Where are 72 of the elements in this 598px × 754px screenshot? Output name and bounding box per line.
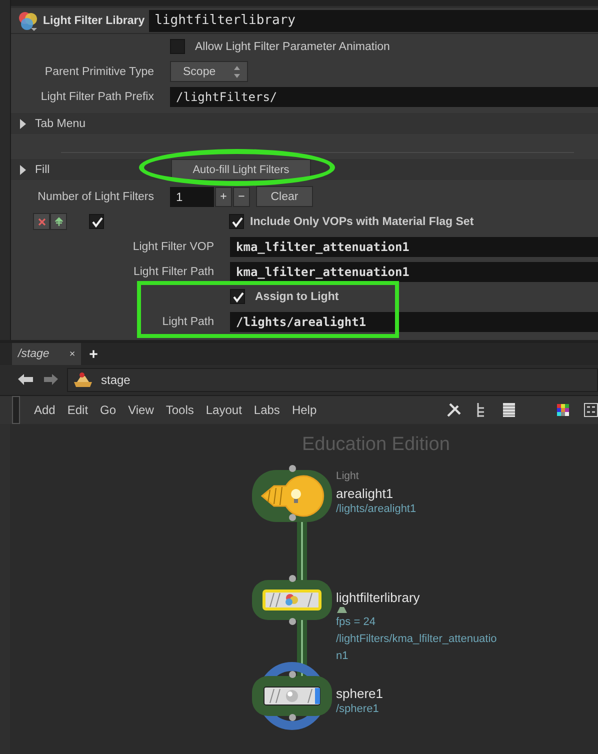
- node-name[interactable]: arealight1: [336, 486, 394, 501]
- node-info-text: n1: [336, 649, 348, 664]
- shapes-icon[interactable]: [584, 403, 598, 417]
- type-dropdown[interactable]: Scope: [170, 61, 248, 82]
- forward-arrow-icon[interactable]: [43, 373, 59, 387]
- close-tab-button[interactable]: ×: [69, 348, 76, 360]
- parameter-label: Light Filter VOP: [132, 240, 215, 252]
- pane-handle[interactable]: [12, 396, 20, 424]
- enable-checkbox[interactable]: [89, 214, 104, 229]
- stage-icon: [73, 372, 93, 388]
- hat-icon: [336, 605, 348, 614]
- count-field[interactable]: 1: [170, 186, 214, 206]
- output-connector[interactable]: [289, 618, 296, 625]
- light-bulb-node[interactable]: [252, 470, 332, 522]
- parameter-label: Parent Primitive Type: [44, 66, 155, 78]
- menu-item[interactable]: Help: [292, 403, 317, 417]
- menu-item[interactable]: Layout: [206, 403, 242, 417]
- back-arrow-icon[interactable]: [17, 373, 35, 387]
- filter-node[interactable]: [252, 580, 332, 620]
- up-down-arrows-icon: [233, 64, 241, 78]
- clear-button[interactable]: Clear: [256, 186, 313, 207]
- pane-tab[interactable]: /stage ×: [12, 343, 82, 365]
- insert-arrow-icon: [54, 216, 62, 226]
- light-path-field[interactable]: /lights/arealight1: [230, 312, 598, 332]
- input-connector[interactable]: [289, 465, 296, 472]
- node-info-text: fps = 24: [336, 615, 376, 630]
- checkbox[interactable]: [170, 39, 185, 54]
- checkbox[interactable]: [230, 289, 245, 304]
- checkbox-label: Include Only VOPs with Material Flag Set: [249, 216, 474, 228]
- expand-arrow-icon[interactable]: [19, 164, 27, 174]
- menu-item[interactable]: Tools: [166, 403, 194, 417]
- menu-item[interactable]: Edit: [67, 403, 88, 417]
- remove-button[interactable]: −: [233, 186, 250, 206]
- checkbox-label: Assign to Light: [254, 290, 339, 302]
- node-name[interactable]: lightfilterlibrary: [336, 590, 420, 605]
- output-connector[interactable]: [289, 714, 296, 721]
- node-info-text: /lights/arealight1: [336, 502, 416, 517]
- node-type-label: Light Filter Library: [43, 14, 145, 26]
- insert-instance-button[interactable]: [50, 213, 67, 230]
- input-connector[interactable]: [289, 575, 296, 582]
- parameter-label: Light Filter Path Prefix: [40, 90, 155, 102]
- path-field[interactable]: stage: [67, 368, 598, 392]
- menu-item[interactable]: Go: [100, 403, 116, 417]
- node-name[interactable]: sphere1: [336, 686, 383, 701]
- folder-label: Fill: [35, 164, 51, 176]
- node-name-field[interactable]: lightfilterlibrary: [148, 10, 598, 32]
- close-icon: [38, 218, 46, 226]
- color-palette-icon[interactable]: [556, 403, 570, 417]
- tools-icon[interactable]: [446, 402, 462, 418]
- checkbox-label: Allow Light Filter Parameter Animation: [194, 40, 390, 52]
- auto-fill-button[interactable]: Auto-fill Light Filters: [171, 159, 311, 180]
- node-type-label: Light: [336, 470, 359, 482]
- node-type-icon[interactable]: [17, 10, 39, 32]
- filter-path-field[interactable]: kma_lfilter_attenuation1: [230, 262, 598, 282]
- path-prefix-field[interactable]: /lightFilters/: [170, 86, 598, 106]
- parameter-label: Number of Light Filters: [36, 190, 155, 202]
- add-tab-button[interactable]: +: [89, 346, 98, 362]
- vop-field[interactable]: kma_lfilter_attenuation1: [230, 236, 598, 256]
- input-connector[interactable]: [289, 671, 296, 678]
- parameter-label: Light Path: [161, 316, 215, 328]
- folder-header[interactable]: Tab Menu: [11, 113, 598, 134]
- node-info-text: /sphere1: [336, 702, 379, 717]
- menu-item[interactable]: View: [128, 403, 154, 417]
- expand-arrow-icon[interactable]: [19, 118, 27, 128]
- node-info-text: /lightFilters/kma_lfilter_attenuatio: [336, 632, 497, 647]
- checkbox[interactable]: [229, 214, 244, 229]
- parameter-label: Light Filter Path: [132, 266, 215, 278]
- remove-instance-button[interactable]: [33, 213, 50, 230]
- add-button[interactable]: +: [215, 186, 232, 206]
- list-icon[interactable]: [502, 402, 516, 418]
- menu-item[interactable]: Add: [34, 403, 56, 417]
- menu-item[interactable]: Labs: [254, 403, 280, 417]
